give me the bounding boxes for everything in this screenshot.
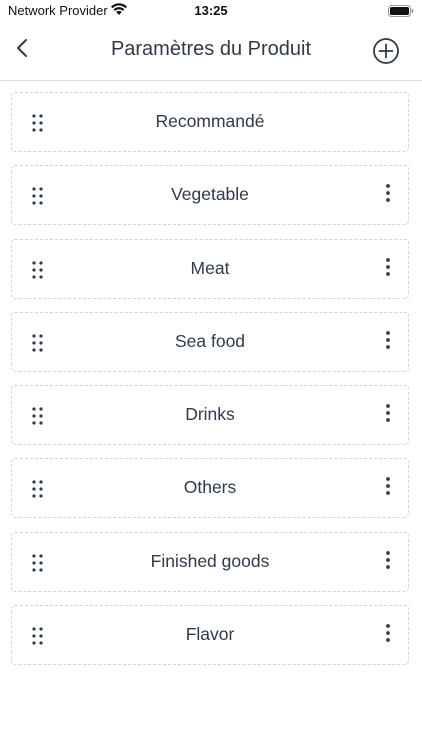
category-list-item[interactable]: Others (11, 458, 409, 519)
category-list-item[interactable]: Drinks (11, 385, 409, 446)
back-button[interactable] (8, 36, 36, 64)
add-category-button[interactable] (372, 37, 400, 65)
status-bar: Network Provider 13:25 (0, 0, 422, 22)
category-list-item[interactable]: Flavor (11, 605, 409, 666)
page-title: Paramètres du Produit (110, 38, 312, 60)
category-list: Recommandé Vegetable Meat Sea food Drinks Oth… (11, 92, 411, 678)
plus-circle-icon (372, 38, 400, 69)
chevron-left-icon (15, 37, 29, 64)
category-list-item[interactable]: Vegetable (11, 165, 409, 226)
more-options-icon[interactable] (380, 474, 396, 498)
drag-handle-icon[interactable] (28, 479, 48, 499)
category-list-item[interactable]: Recommandé (11, 92, 409, 152)
clock: 13:25 (194, 3, 228, 18)
battery-icon (388, 4, 414, 17)
drag-handle-icon[interactable] (28, 626, 48, 646)
more-options-icon[interactable] (380, 255, 396, 279)
category-label: Recommandé (155, 111, 265, 131)
drag-handle-icon[interactable] (28, 553, 48, 573)
category-label: Vegetable (171, 184, 249, 205)
drag-handle-icon[interactable] (28, 333, 48, 353)
drag-handle-icon[interactable] (28, 186, 48, 206)
more-options-icon[interactable] (380, 328, 396, 352)
category-list-item[interactable]: Meat (11, 238, 409, 299)
more-options-icon[interactable] (380, 181, 396, 205)
category-label: Sea food (174, 330, 246, 351)
drag-handle-icon[interactable] (28, 113, 48, 133)
more-options-icon[interactable] (380, 548, 396, 572)
category-label: Others (183, 477, 237, 498)
category-list-item[interactable]: Sea food (11, 311, 409, 372)
category-label: Meat (190, 257, 230, 278)
product-settings-screen: Network Provider 13:25 Paramètres du Pro… (0, 0, 422, 750)
category-label: Drinks (185, 404, 235, 425)
drag-handle-icon[interactable] (28, 406, 48, 426)
more-options-icon[interactable] (380, 401, 396, 425)
drag-handle-icon[interactable] (28, 260, 48, 280)
category-label: Finished goods (150, 550, 270, 571)
category-label: Flavor (185, 624, 235, 645)
more-options-icon[interactable] (380, 621, 396, 645)
category-list-item[interactable]: Finished goods (11, 531, 409, 592)
navigation-bar: Paramètres du Produit (0, 22, 422, 81)
